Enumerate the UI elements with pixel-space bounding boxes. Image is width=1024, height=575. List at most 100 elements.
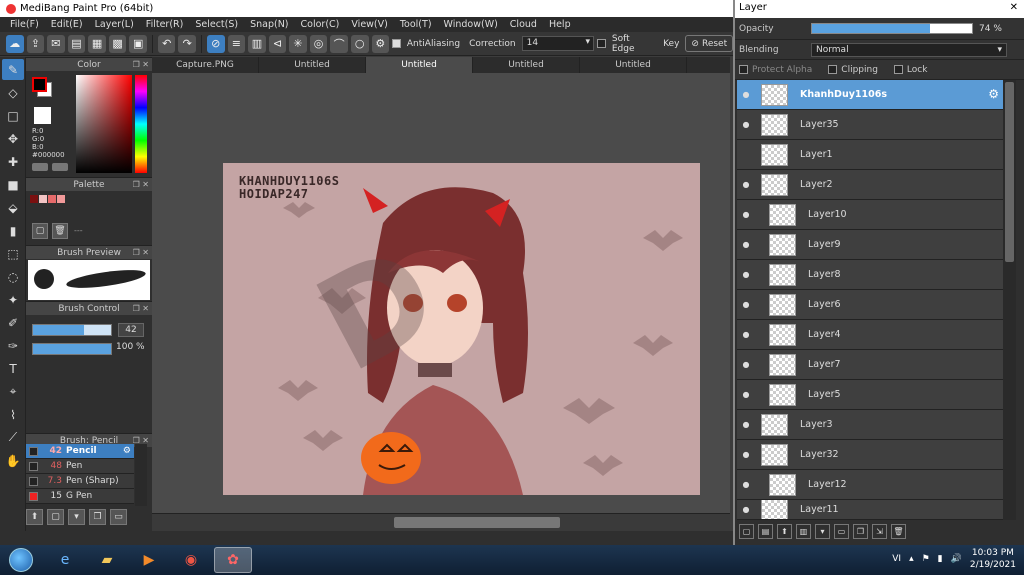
layer-item[interactable]: ● Layer3 — [737, 410, 1003, 440]
new-8bit-layer-icon[interactable]: ⬆ — [777, 524, 792, 539]
new-layer-icon[interactable]: ▢ — [739, 524, 754, 539]
cross-snap-icon[interactable]: ▥ — [248, 34, 266, 53]
cloud-icon[interactable]: ☁ — [6, 34, 24, 53]
select-tool-icon[interactable]: ⬚ — [2, 243, 24, 264]
layer-item[interactable]: ● Layer9 — [737, 230, 1003, 260]
tab-capture[interactable]: Capture.PNG — [152, 57, 259, 73]
menu-select[interactable]: Select(S) — [189, 19, 244, 30]
visibility-eye-icon[interactable]: ● — [737, 360, 755, 369]
visibility-eye-icon[interactable]: ● — [737, 480, 755, 489]
panel-close-icon[interactable]: ❐ ✕ — [133, 246, 149, 260]
snap-off-icon[interactable]: ⊘ — [207, 34, 225, 53]
clock[interactable]: 10:03 PM 2/19/2021 — [970, 547, 1016, 571]
saturation-value-picker[interactable] — [76, 75, 132, 173]
new-folder-icon[interactable]: ▭ — [834, 524, 849, 539]
tab-untitled-3[interactable]: Untitled — [473, 57, 580, 73]
ellipse-snap-icon[interactable]: ○ — [350, 34, 369, 53]
add-layer-menu-icon[interactable]: ▾ — [815, 524, 830, 539]
scrollbar-thumb[interactable] — [1005, 82, 1014, 262]
foreground-color-swatch[interactable] — [32, 77, 47, 92]
select-pen-icon[interactable]: ✐ — [2, 312, 24, 333]
menu-cloud[interactable]: Cloud — [504, 19, 543, 30]
snap-settings-icon[interactable]: ⚙ — [371, 34, 390, 53]
parallel-snap-icon[interactable]: ≡ — [227, 34, 246, 53]
menu-edit[interactable]: Edit(E) — [45, 19, 89, 30]
folder-icon[interactable]: ▭ — [110, 509, 127, 525]
artwork-canvas[interactable]: D KHANHDUY1106S HOIDAP247 — [223, 163, 700, 495]
brush-list-scrollbar[interactable] — [135, 444, 147, 506]
palette-swatch[interactable] — [30, 195, 38, 203]
visibility-eye-icon[interactable]: ● — [737, 450, 755, 459]
copy-brush-icon[interactable]: ❐ — [89, 509, 106, 525]
chrome-icon[interactable]: ◉ — [172, 547, 210, 573]
brush-item-pen[interactable]: 48 Pen — [26, 459, 134, 474]
layer-item[interactable]: ● Layer2 — [737, 170, 1003, 200]
menu-view[interactable]: View(V) — [345, 19, 393, 30]
antialiasing-checkbox[interactable] — [392, 39, 401, 48]
visibility-eye-icon[interactable]: ● — [737, 240, 755, 249]
menu-color[interactable]: Color(C) — [295, 19, 346, 30]
panel-icon[interactable]: ▣ — [129, 34, 147, 53]
visibility-eye-icon[interactable]: ● — [737, 390, 755, 399]
tray-expand-icon[interactable]: ▴ — [909, 554, 914, 564]
menu-file[interactable]: File(F) — [4, 19, 45, 30]
menu-filter[interactable]: Filter(R) — [140, 19, 190, 30]
redo-icon[interactable]: ↷ — [178, 34, 197, 53]
soft-edge-checkbox[interactable] — [597, 39, 606, 48]
reset-button[interactable]: ⊘ Reset — [685, 35, 734, 52]
menu-snap[interactable]: Snap(N) — [244, 19, 294, 30]
eraser-tool-icon[interactable]: ◇ — [2, 82, 24, 103]
brush-item-pen-sharp[interactable]: 7.3 Pen (Sharp) — [26, 474, 134, 489]
document-icon[interactable]: ▦ — [88, 34, 106, 53]
color-mode-button[interactable] — [32, 163, 48, 171]
visibility-eye-icon[interactable]: ● — [737, 300, 755, 309]
brush-size-value[interactable]: 42 — [118, 323, 144, 337]
language-indicator[interactable]: VI — [892, 554, 901, 564]
hand-tool-icon[interactable]: ✚ — [2, 151, 24, 172]
protect-alpha-checkbox[interactable]: Protect Alpha — [739, 65, 812, 75]
circle-snap-icon[interactable]: ◎ — [309, 34, 328, 53]
action-center-icon[interactable]: ⚑ — [922, 554, 930, 564]
eyedropper-icon[interactable]: ⌇ — [2, 404, 24, 425]
curve-snap-icon[interactable]: ⌒ — [330, 34, 348, 53]
media-player-icon[interactable]: ▶ — [130, 547, 168, 573]
medibang-taskbar-icon[interactable]: ✿ — [214, 547, 252, 573]
delete-palette-icon[interactable]: 🗑 — [52, 223, 68, 239]
lasso-tool-icon[interactable]: ◌ — [2, 266, 24, 287]
clipping-checkbox[interactable]: Clipping — [828, 65, 878, 75]
canvas-area[interactable]: D KHANHDUY1106S HOIDAP247 — [152, 73, 730, 513]
move-tool-icon[interactable]: ✥ — [2, 128, 24, 149]
new-halftone-layer-icon[interactable]: ▤ — [758, 524, 773, 539]
layer-item[interactable]: ● Layer5 — [737, 380, 1003, 410]
layer-item[interactable]: ● Layer7 — [737, 350, 1003, 380]
brush-tool-icon[interactable]: ✎ — [2, 59, 24, 80]
visibility-eye-icon[interactable]: ● — [737, 120, 755, 129]
operation-tool-icon[interactable]: ⌖ — [2, 381, 24, 402]
visibility-eye-icon[interactable]: ● — [737, 330, 755, 339]
comment-icon[interactable]: ✉ — [47, 34, 65, 53]
correction-select[interactable]: 14 — [521, 36, 595, 51]
layer-item[interactable]: ● Layer8 — [737, 260, 1003, 290]
close-icon[interactable]: ✕ — [1010, 2, 1018, 13]
layer-item[interactable]: ● Layer10 — [737, 200, 1003, 230]
layer-item[interactable]: ● Layer35 — [737, 110, 1003, 140]
color-mode-button[interactable] — [52, 163, 68, 171]
share-icon[interactable]: ⇪ — [26, 34, 45, 53]
layer-item[interactable]: ● KhanhDuy1106s ⚙ — [737, 80, 1003, 110]
scrollbar-thumb[interactable] — [394, 517, 560, 528]
brush-item-pencil[interactable]: 42 Pencil ⚙ — [26, 444, 134, 459]
brush-size-slider[interactable] — [32, 324, 112, 336]
brush-item-g-pen[interactable]: 15 G Pen — [26, 489, 134, 504]
divide-tool-icon[interactable]: ⟋ — [2, 427, 24, 448]
brush-opacity-slider[interactable] — [32, 343, 112, 355]
select-eraser-icon[interactable]: ✑ — [2, 335, 24, 356]
hand-icon[interactable]: ✋ — [2, 450, 24, 471]
add-palette-icon[interactable]: ▢ — [32, 223, 48, 239]
tab-untitled-2[interactable]: Untitled — [366, 57, 473, 73]
blending-select[interactable]: Normal — [811, 42, 1007, 57]
layer-item[interactable]: ● Layer32 — [737, 440, 1003, 470]
layer-item[interactable]: ● Layer4 — [737, 320, 1003, 350]
bucket-tool-icon[interactable]: ⬙ — [2, 197, 24, 218]
brush-settings-icon[interactable]: ⚙ — [123, 446, 131, 456]
brush-menu-icon[interactable]: ▾ — [68, 509, 85, 525]
